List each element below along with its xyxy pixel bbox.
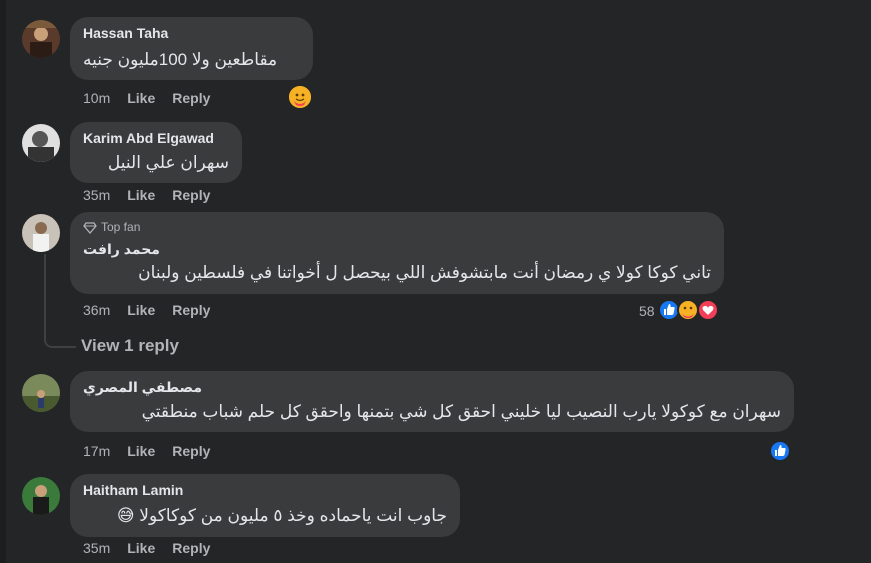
comment-bubble: Hassan Taha مقاطعين ولا 100مليون جنيه: [70, 17, 313, 80]
like-button[interactable]: Like: [127, 540, 155, 556]
comment-time[interactable]: 35m: [83, 540, 110, 556]
reply-button[interactable]: Reply: [172, 187, 210, 203]
comment-author[interactable]: Hassan Taha: [83, 25, 300, 42]
reply-button[interactable]: Reply: [172, 443, 210, 459]
comment-bubble: Top fan محمد رافت تاني كوكا كولا ي رمضان…: [70, 212, 724, 294]
like-button[interactable]: Like: [127, 302, 155, 318]
care-emoji-icon[interactable]: [289, 86, 311, 108]
comment-actions: 35m Like Reply: [83, 187, 227, 203]
avatar[interactable]: [22, 374, 60, 412]
comments-panel: Hassan Taha مقاطعين ولا 100مليون جنيه 10…: [0, 0, 871, 563]
reaction-count[interactable]: 58: [639, 303, 655, 319]
view-replies-link[interactable]: View 1 reply: [81, 336, 179, 356]
love-reaction-icon[interactable]: [697, 299, 719, 321]
avatar[interactable]: [22, 477, 60, 515]
care-reaction-icon[interactable]: [677, 299, 699, 321]
comment-actions: 10m Like Reply: [83, 90, 227, 106]
like-button[interactable]: Like: [127, 90, 155, 106]
reply-button[interactable]: Reply: [172, 90, 210, 106]
comment-author[interactable]: Haitham Lamin: [83, 482, 447, 499]
comment-text: سهران علي النيل: [107, 153, 229, 172]
diamond-icon: [83, 221, 97, 234]
avatar[interactable]: [22, 214, 60, 252]
avatar[interactable]: [22, 124, 60, 162]
comment-author[interactable]: مصطفي المصري: [83, 379, 781, 396]
comment-time[interactable]: 36m: [83, 302, 110, 318]
comment-author[interactable]: Karim Abd Elgawad: [83, 130, 229, 147]
comment-author[interactable]: محمد رافت: [83, 241, 711, 258]
comment-bubble: Karim Abd Elgawad سهران علي النيل: [70, 122, 242, 183]
comment-actions: 17m Like Reply: [83, 443, 227, 459]
comment-bubble: Haitham Lamin جاوب انت ياحماده وخذ ٥ ملي…: [70, 474, 460, 537]
avatar[interactable]: [22, 20, 60, 58]
comment-text: سهران مع كوكولا يارب النصيب ليا خليني اح…: [141, 402, 781, 421]
like-reaction-icon[interactable]: [769, 440, 791, 462]
reply-button[interactable]: Reply: [172, 540, 210, 556]
comment-time[interactable]: 35m: [83, 187, 110, 203]
comment-time[interactable]: 17m: [83, 443, 110, 459]
like-button[interactable]: Like: [127, 187, 155, 203]
reply-button[interactable]: Reply: [172, 302, 210, 318]
comment-text: جاوب انت ياحماده وخذ ٥ مليون من كوكاكولا…: [116, 506, 447, 525]
top-fan-badge: Top fan: [83, 220, 711, 235]
comment-bubble: مصطفي المصري سهران مع كوكولا يارب النصيب…: [70, 371, 794, 432]
like-button[interactable]: Like: [127, 443, 155, 459]
comment-time[interactable]: 10m: [83, 90, 110, 106]
comment-actions: 36m Like Reply: [83, 302, 227, 318]
top-fan-label: Top fan: [101, 220, 141, 234]
comment-actions: 35m Like Reply: [83, 540, 227, 556]
comment-text: مقاطعين ولا 100مليون جنيه: [83, 50, 278, 69]
left-edge-strip: [0, 0, 6, 563]
comment-text: تاني كوكا كولا ي رمضان أنت مابتشوفش اللي…: [138, 263, 711, 282]
